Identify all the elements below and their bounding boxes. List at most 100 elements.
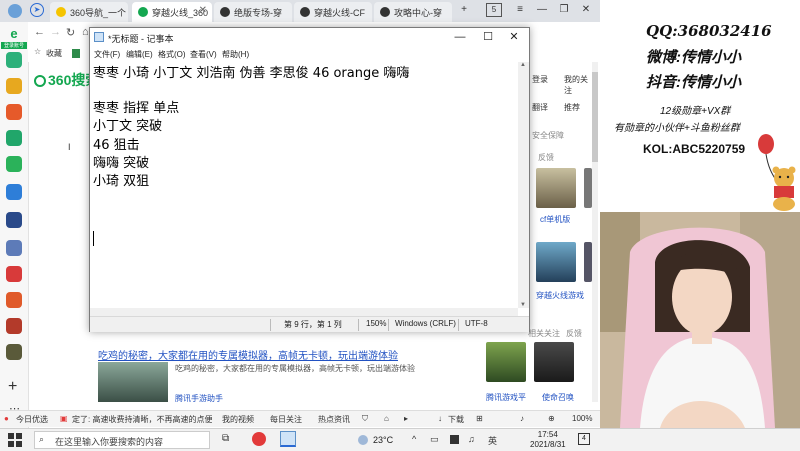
tab-count-badge[interactable]: 5 [486, 3, 502, 17]
chat-icon[interactable] [6, 130, 22, 146]
game-label-cf[interactable]: cf单机版 [540, 214, 570, 225]
result-source-link[interactable]: 腾讯手游助手 [175, 393, 223, 404]
game-label-cfgame[interactable]: 穿越火线游戏 [536, 290, 584, 301]
download-link[interactable]: 下载 [448, 414, 464, 425]
link-icon[interactable] [6, 156, 22, 172]
lock-icon[interactable]: ⌂ [384, 414, 389, 423]
360-browser-taskbar-icon[interactable] [252, 432, 266, 446]
notepad-text-area[interactable]: 枣枣 小琦 小丁文 刘浩南 伪善 李思俊 46 orange 嗨嗨 枣枣 指挥 … [90, 62, 515, 312]
news-icon[interactable]: ▣ [60, 414, 68, 423]
menu-edit[interactable]: 编辑(E) [126, 49, 153, 60]
forward-icon[interactable]: → [50, 26, 61, 38]
doc-icon[interactable] [6, 240, 22, 256]
menu-file[interactable]: 文件(F) [94, 49, 120, 60]
media-icon[interactable]: ▸ [404, 414, 408, 423]
weather-icon[interactable] [358, 435, 368, 445]
shield-icon[interactable]: ⛉ [362, 414, 368, 424]
sound-icon[interactable]: ♪ [520, 414, 524, 423]
new-tab-button[interactable]: + [456, 3, 472, 17]
menu-view[interactable]: 查看(V) [190, 49, 217, 60]
refresh-icon[interactable]: ↻ [66, 26, 75, 39]
taskbar-search-input[interactable]: ⌕ 在这里输入你要搜索的内容 [34, 431, 210, 449]
translate-tab[interactable]: 翻译 [532, 102, 548, 113]
menu-icon[interactable]: ≡ [512, 3, 528, 17]
network-icon[interactable]: ▭ [430, 434, 439, 445]
home-icon[interactable]: ⌂ [82, 26, 89, 38]
close-tab-icon[interactable]: ✕ [199, 5, 207, 16]
page-scroll-thumb[interactable] [592, 72, 598, 162]
menu-format[interactable]: 格式(O) [158, 49, 186, 60]
result-thumbnail[interactable] [98, 362, 168, 402]
bookmarks-label[interactable]: 收藏 [46, 48, 62, 59]
login-link[interactable]: 登录 [532, 74, 548, 85]
game-thumb-cfgame[interactable] [536, 242, 576, 282]
notepad-horizontal-scrollbar[interactable] [90, 308, 518, 316]
add-icon[interactable]: + [8, 378, 17, 396]
maximize-icon[interactable]: ☐ [478, 30, 498, 44]
shop-icon[interactable] [6, 292, 22, 308]
favorites-icon[interactable] [6, 78, 22, 94]
zoom-icon[interactable]: ⊕ [548, 414, 555, 423]
ime-icon[interactable]: 英 [488, 434, 497, 447]
tab-cf[interactable]: 穿越火线-CF [294, 2, 372, 22]
result-title-link[interactable]: 吃鸡的秘密，大家都在用的专属模拟器，高帧无卡顿，玩出端游体验 [98, 347, 398, 362]
today-link[interactable]: 今日优选 [16, 414, 48, 425]
tab-guide[interactable]: 攻略中心-穿 [374, 2, 452, 22]
start-button-icon[interactable] [8, 433, 22, 447]
close-icon[interactable]: ✕ [504, 30, 524, 44]
video-icon[interactable] [6, 266, 22, 282]
notepad-vertical-scrollbar[interactable]: ▲ ▼ [518, 62, 529, 308]
bookmark-item-icon[interactable] [72, 49, 80, 58]
minimize-icon[interactable]: — [450, 30, 470, 44]
weibo-icon[interactable] [6, 104, 22, 120]
game-label-tencent[interactable]: 腾讯游戏平 [486, 392, 526, 403]
news-link[interactable]: 定了: 高速收费持清晰，不再高速的点便宜 [72, 414, 212, 425]
notepad-taskbar-icon[interactable] [280, 431, 296, 447]
notepad-titlebar[interactable]: *无标题 - 记事本 — ☐ ✕ [90, 28, 529, 48]
tray-app-icon[interactable] [450, 435, 459, 444]
game-thumb-side[interactable] [584, 168, 592, 208]
download-icon[interactable]: ↓ [438, 414, 442, 423]
app-store-icon[interactable] [6, 318, 22, 334]
game-thumb-side2[interactable] [584, 242, 592, 282]
game-icon[interactable] [6, 212, 22, 228]
volume-icon[interactable]: ♫ [468, 434, 475, 444]
recommend-tab[interactable]: 推荐 [564, 102, 580, 113]
game-label-cod[interactable]: 使命召唤 [542, 392, 574, 403]
game-thumb-cod[interactable] [534, 342, 574, 382]
my-follow-link[interactable]: 我的关注 [564, 74, 590, 96]
browser-menu-icon[interactable] [8, 4, 22, 18]
notification-icon[interactable]: 4 [578, 433, 590, 445]
tray-chevron-icon[interactable]: ^ [412, 434, 416, 444]
menu-help[interactable]: 帮助(H) [222, 49, 249, 60]
game-thumb-cf[interactable] [536, 168, 576, 208]
grid-icon[interactable]: ⊞ [476, 414, 483, 423]
temperature-label[interactable]: 23°C [373, 435, 393, 445]
tab-jueban[interactable]: 绝版专场-穿 [214, 2, 292, 22]
back-nav-icon[interactable]: ➤ [30, 3, 44, 17]
page-scrollbar[interactable] [592, 62, 598, 402]
login-icon[interactable]: e [5, 26, 23, 42]
pay-icon[interactable] [6, 184, 22, 200]
zoom-label[interactable]: 100% [572, 414, 592, 423]
feedback-link[interactable]: 反馈 [538, 152, 554, 163]
feedback-link-2[interactable]: 反馈 [566, 328, 582, 339]
login-label[interactable]: 登录账号 [1, 42, 27, 49]
hot-link[interactable]: 每日关注 [270, 414, 302, 425]
tab-cf-360[interactable]: 穿越火线_360 ✕ [132, 2, 212, 22]
today-icon[interactable]: ● [4, 414, 9, 423]
close-window-icon[interactable]: ✕ [578, 3, 594, 17]
back-icon[interactable]: ← [34, 26, 45, 38]
video-link[interactable]: 我的视频 [222, 414, 254, 425]
scroll-up-icon[interactable]: ▲ [520, 62, 526, 68]
tab-360nav[interactable]: 360导航_一个 [50, 2, 128, 22]
game-thumb-tencent[interactable] [486, 342, 526, 382]
apps-icon[interactable] [6, 52, 22, 68]
star-icon[interactable]: ☆ [34, 47, 41, 56]
info-link[interactable]: 热点资讯 [318, 414, 350, 425]
minimize-icon[interactable]: — [534, 3, 550, 17]
cf-game-icon[interactable] [6, 344, 22, 360]
system-clock[interactable]: 17:54 2021/8/31 [530, 430, 566, 450]
scroll-down-icon[interactable]: ▼ [520, 302, 526, 308]
maximize-icon[interactable]: ❐ [556, 3, 572, 17]
